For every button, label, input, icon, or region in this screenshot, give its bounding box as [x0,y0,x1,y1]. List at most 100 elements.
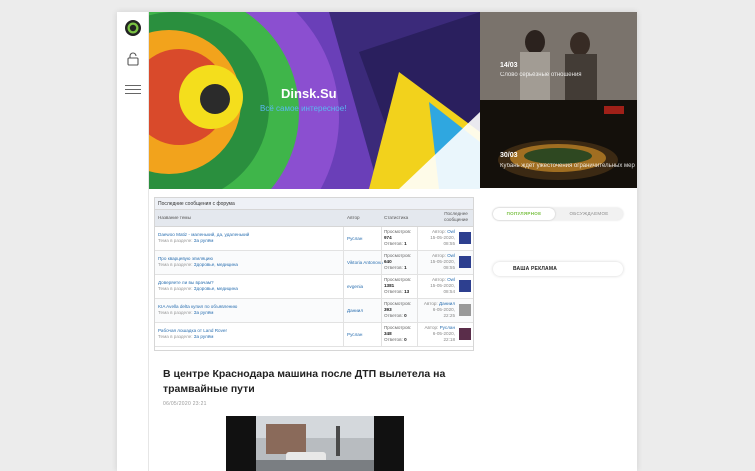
author-prefix: Автор: [431,277,446,282]
last-author[interactable]: Owl [447,253,455,258]
side-news-title[interactable]: Слово серьёзные отношения [500,72,582,78]
replies-count: 1 [404,265,407,270]
topic-link[interactable]: Про кварцевую эпиляцию [158,256,213,261]
column-divider [417,275,418,298]
section-link[interactable]: За рулём [194,310,214,315]
views-count: 348 [384,331,392,336]
last-time: 08:54 [443,289,456,294]
topic-stats: Просмотров: 1381 Ответов: 13 [384,277,411,295]
author-prefix: Автор: [424,325,439,330]
last-post: Автор: Руслан 6-05-2020, 22:18 [417,325,455,343]
table-row[interactable]: KIA Avella delta купил по объявлению Тема… [155,299,473,323]
side-news-card[interactable]: 30/03 Кубань ждёт ужесточения ограничите… [480,100,637,188]
left-sidebar [117,12,149,471]
views-count: 393 [384,307,392,312]
section-link[interactable]: За рулём [194,334,214,339]
column-divider [381,227,382,250]
column-divider [381,299,382,322]
last-author[interactable]: Owl [447,229,455,234]
column-divider [417,251,418,274]
section-label: Тема в разделе: [158,238,193,243]
ad-button[interactable]: ВАША РЕКЛАМА [493,262,623,276]
topic-author[interactable]: Руслан [347,236,362,241]
article-image[interactable] [226,416,404,471]
article-title[interactable]: В центре Краснодара машина после ДТП выл… [163,367,463,397]
replies-count: 0 [404,313,407,318]
column-last: Последнее сообщение [443,211,469,222]
last-date: 6-05-2020, [432,307,455,312]
topic-stats: Просмотров: 640 Ответов: 1 [384,253,411,271]
avatar[interactable] [459,232,471,244]
menu-icon[interactable] [123,84,143,94]
last-post: Автор: Owl 15-05-2020, 08:55 [417,229,455,247]
avatar[interactable] [459,280,471,292]
last-author[interactable]: Даниил [439,301,455,306]
forum-column-headers: Название темы Автор Статистика Последнее… [155,210,473,227]
views-count: 1381 [384,283,395,288]
tab-popular[interactable]: ПОПУЛЯРНОЕ [493,208,555,220]
side-news-image [480,12,637,100]
topic-link[interactable]: Рабочая лошадка от Land Rover [158,328,227,333]
topic-stats: Просмотров: 393 Ответов: 0 [384,301,411,319]
forum-rows: Daewoo Matiz - маленький, да, удаленький… [155,227,473,347]
topic-link[interactable]: KIA Avella delta купил по объявлению [158,304,237,309]
last-time: 22:18 [443,337,456,342]
column-divider [343,275,344,298]
topic-author[interactable]: Даниил [347,308,363,313]
table-row[interactable]: Доверяете ли вы врачам? Тема в разделе: З… [155,275,473,299]
topic-stats: Просмотров: 974 Ответов: 1 [384,229,411,247]
section-label: Тема в разделе: [158,262,193,267]
sidebar-tabs: ПОПУЛЯРНОЕ ОБСУЖДАЕМОЕ [493,208,623,220]
side-news-title[interactable]: Кубань ждёт ужесточения ограничительных … [500,163,635,169]
side-news-date: 30/03 [500,152,518,159]
topic-link[interactable]: Доверяете ли вы врачам? [158,280,214,285]
forum-widget: Последние сообщения с форума Название те… [154,197,474,351]
last-author[interactable]: Руслан [440,325,455,330]
topic-section: Тема в разделе: За рулём [158,238,213,243]
avatar[interactable] [459,328,471,340]
replies-label: Ответов: [384,241,403,246]
topic-author[interactable]: Viktoria Antonova [347,260,383,265]
table-row[interactable]: Про кварцевую эпиляцию Тема в разделе: Зд… [155,251,473,275]
views-label: Просмотров: [384,253,412,258]
avatar[interactable] [459,256,471,268]
last-date: 15-05-2020, [430,235,455,240]
last-post: Автор: Даниил 6-05-2020, 22:25 [417,301,455,319]
site-title[interactable]: Dinsk.Su [281,86,337,101]
side-news-card[interactable]: 14/03 Слово серьёзные отношения [480,12,637,100]
site-tagline: Всё самое интересное! [260,104,347,113]
tab-discussed[interactable]: ОБСУЖДАЕМОЕ [555,208,623,220]
views-label: Просмотров: [384,277,412,282]
section-link[interactable]: Здоровье, медицина [194,286,238,291]
lock-icon[interactable] [123,52,143,66]
article-date: 06/05/2020 23:21 [163,401,207,407]
column-topic: Название темы [158,215,191,220]
hero-banner[interactable]: Dinsk.Su Всё самое интересное! [149,12,480,189]
table-row[interactable]: Daewoo Matiz - маленький, да, удаленький… [155,227,473,251]
column-divider [417,323,418,346]
replies-label: Ответов: [384,313,403,318]
author-prefix: Автор: [431,253,446,258]
logo-icon[interactable] [123,19,143,37]
table-row[interactable]: Рабочая лошадка от Land Rover Тема в разд… [155,323,473,347]
column-author: Автор [347,215,360,220]
column-divider [381,323,382,346]
replies-count: 1 [404,241,407,246]
views-label: Просмотров: [384,325,412,330]
replies-count: 13 [404,289,410,294]
topic-link[interactable]: Daewoo Matiz - маленький, да, удаленький [158,232,249,237]
last-author[interactable]: Owl [447,277,455,282]
avatar[interactable] [459,304,471,316]
topic-section: Тема в разделе: Здоровье, медицина [158,262,238,267]
topic-author[interactable]: Руслан [347,332,362,337]
topic-author[interactable]: evgenia [347,284,363,289]
section-link[interactable]: За рулём [194,238,214,243]
section-link[interactable]: Здоровье, медицина [194,262,238,267]
section-label: Тема в разделе: [158,286,193,291]
side-news-image [480,100,637,188]
page-frame: Dinsk.Su Всё самое интересное! 14/03 Сло… [117,12,637,471]
column-divider [343,299,344,322]
last-post: Автор: Owl 15-05-2020, 08:55 [417,253,455,271]
topic-section: Тема в разделе: Здоровье, медицина [158,286,238,291]
last-time: 22:25 [443,313,456,318]
